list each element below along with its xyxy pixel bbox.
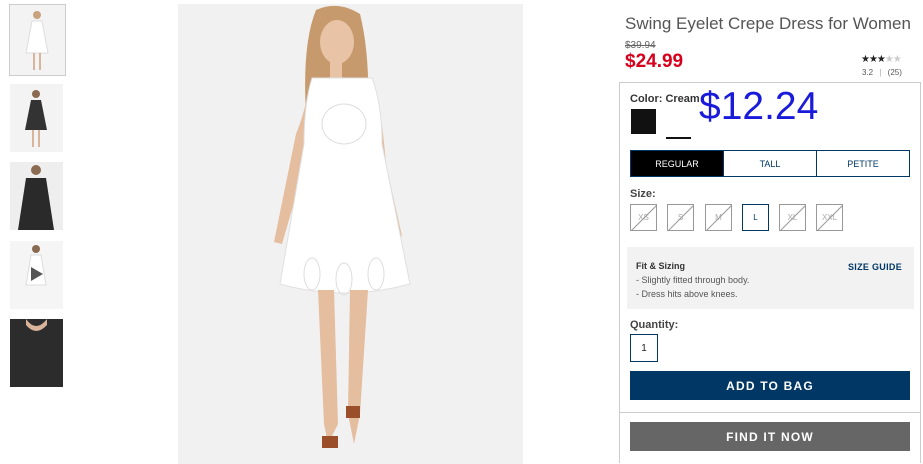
thumbnail-front-view[interactable] [9, 4, 66, 76]
swatch-black[interactable] [631, 109, 656, 134]
overlay-price: $12.24 [699, 85, 819, 128]
quantity-input[interactable]: 1 [630, 334, 658, 362]
rating-meta: 3.2 | (25) [862, 68, 902, 77]
star-empty-icon: ★★ [884, 54, 902, 65]
rating-divider: | [879, 68, 882, 77]
thumbnail-detail-view[interactable] [10, 319, 63, 387]
fit-sizing-line: - Slightly fitted through body. [636, 275, 750, 285]
rating-value: 3.2 [862, 68, 874, 77]
tab-regular[interactable]: REGULAR [631, 151, 723, 176]
size-option-xl[interactable]: XL [779, 204, 806, 231]
sale-price: $24.99 [625, 51, 684, 72]
thumbnail-print-view[interactable] [10, 162, 63, 230]
size-label: Size: [630, 188, 656, 200]
star-icon: ★★★ [861, 54, 886, 65]
size-option-xs[interactable]: XS [630, 204, 657, 231]
fit-sizing-title: Fit & Sizing [636, 261, 685, 271]
thumbnail-video[interactable] [10, 241, 63, 309]
color-label-text: Color: [630, 93, 663, 105]
color-selected-value: Cream [665, 93, 700, 105]
quantity-label: Quantity: [630, 319, 679, 331]
product-title: Swing Eyelet Crepe Dress for Women [625, 14, 911, 33]
fit-sizing-line: - Dress hits above knees. [636, 289, 738, 299]
divider [619, 412, 921, 413]
swatch-cream[interactable] [666, 109, 691, 139]
tab-petite[interactable]: PETITE [816, 151, 909, 176]
size-guide-link[interactable]: SIZE GUIDE [848, 262, 902, 272]
size-option-xxl[interactable]: XXL [816, 204, 843, 231]
size-option-s[interactable]: S [667, 204, 694, 231]
rating-stars[interactable]: ★★★★★ [861, 54, 902, 65]
fit-tabs: REGULAR TALL PETITE [630, 150, 910, 177]
product-main-image[interactable] [178, 4, 523, 464]
thumbnail-back-view[interactable] [10, 84, 63, 152]
original-price: $39.94 [625, 40, 656, 51]
size-option-l[interactable]: L [742, 204, 769, 231]
add-to-bag-button[interactable]: ADD TO BAG [630, 371, 910, 400]
find-it-now-button[interactable]: FIND IT NOW [630, 422, 910, 451]
review-count[interactable]: (25) [888, 68, 902, 77]
size-option-m[interactable]: M [705, 204, 732, 231]
color-label: Color: Cream [630, 93, 700, 105]
tab-tall[interactable]: TALL [723, 151, 816, 176]
